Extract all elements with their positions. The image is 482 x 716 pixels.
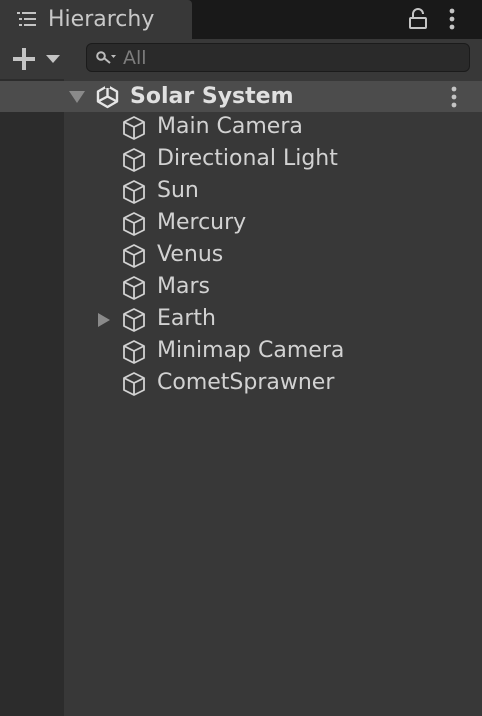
hierarchy-list-icon (17, 12, 36, 26)
game-object-label: Venus (157, 242, 224, 267)
create-dropdown-button[interactable] (8, 44, 68, 74)
game-object-row[interactable]: Mars (64, 271, 482, 303)
tab-hierarchy[interactable]: Hierarchy (0, 0, 192, 39)
game-object-label: Main Camera (157, 114, 303, 139)
game-object-label: Mercury (157, 210, 247, 235)
gameobject-cube-icon (123, 276, 145, 300)
search-box[interactable] (86, 43, 470, 72)
gameobject-cube-icon (123, 372, 145, 396)
gameobject-cube-icon (123, 116, 145, 140)
game-object-row[interactable]: Earth (64, 303, 482, 335)
hierarchy-tree: Solar System Main Camera Directional Ligh… (0, 79, 482, 716)
game-object-row[interactable]: Directional Light (64, 143, 482, 175)
game-object-row[interactable]: Venus (64, 239, 482, 271)
gameobject-cube-icon (123, 148, 145, 172)
game-object-label: Sun (157, 178, 199, 203)
scene-kebab-menu-icon[interactable] (446, 85, 462, 109)
game-object-row[interactable]: Sun (64, 175, 482, 207)
tab-bar: Hierarchy (0, 0, 482, 39)
gameobject-cube-icon (123, 308, 145, 332)
gameobject-cube-icon (123, 244, 145, 268)
game-object-row[interactable]: CometSprawner (64, 367, 482, 399)
gameobject-cube-icon (123, 212, 145, 236)
tree-gutter (0, 79, 64, 716)
search-icon (96, 51, 116, 64)
expand-arrow-right-icon[interactable] (97, 312, 111, 328)
gameobject-cube-icon (123, 340, 145, 364)
hierarchy-window: Hierarchy All Solar System Main Camera D… (0, 0, 482, 716)
game-object-label: Minimap Camera (157, 338, 345, 363)
tab-title: Hierarchy (48, 7, 155, 32)
search-input[interactable] (123, 44, 453, 71)
game-object-label: Earth (157, 306, 216, 331)
hierarchy-toolbar (0, 39, 482, 79)
gameobject-cube-icon (123, 180, 145, 204)
game-object-label: Mars (157, 274, 210, 299)
scene-name: Solar System (130, 84, 294, 109)
game-object-label: Directional Light (157, 146, 338, 171)
lock-icon[interactable] (407, 8, 429, 30)
kebab-menu-icon[interactable] (444, 7, 460, 31)
game-object-row[interactable]: Minimap Camera (64, 335, 482, 367)
unity-logo-icon (96, 84, 119, 109)
expand-arrow-down-icon[interactable] (68, 90, 86, 104)
game-object-row[interactable]: Main Camera (64, 111, 482, 143)
game-object-label: CometSprawner (157, 370, 335, 395)
scene-row-solar-system[interactable]: Solar System (0, 81, 482, 112)
game-object-row[interactable]: Mercury (64, 207, 482, 239)
